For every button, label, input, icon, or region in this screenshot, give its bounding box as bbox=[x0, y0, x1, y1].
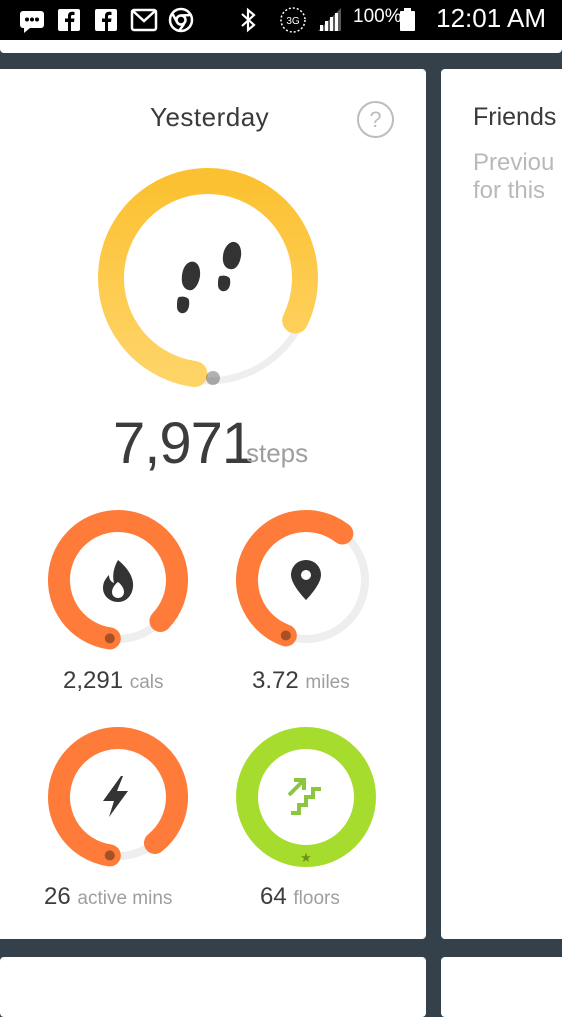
footprint bbox=[222, 241, 242, 270]
active-minutes-unit: active mins bbox=[77, 888, 173, 909]
floors-value: 64 bbox=[260, 883, 287, 910]
active-minutes-ring-start-dot bbox=[104, 850, 115, 861]
steps-ring-progress bbox=[98, 168, 318, 388]
footprints-icon bbox=[177, 241, 242, 314]
flame-icon bbox=[103, 560, 134, 602]
calories-ring-start-dot bbox=[104, 633, 115, 644]
footprint bbox=[218, 275, 231, 292]
steps-ring-start-dot bbox=[206, 371, 220, 385]
lightning-bolt-icon bbox=[103, 776, 128, 817]
footprint bbox=[177, 296, 190, 314]
distance-unit: miles bbox=[305, 672, 350, 693]
distance-stat[interactable]: 3.72 miles bbox=[252, 667, 350, 695]
floors-stat[interactable]: 64 floors bbox=[260, 883, 340, 911]
distance-ring-start-dot bbox=[280, 630, 291, 641]
active-minutes-stat[interactable]: 26 active mins bbox=[44, 883, 172, 911]
footprint bbox=[181, 261, 201, 291]
floors-unit: floors bbox=[293, 888, 340, 909]
friends-description-line: for this bbox=[473, 177, 546, 204]
stairs-icon bbox=[291, 787, 321, 815]
steps-unit: steps bbox=[246, 438, 309, 468]
location-pin-hole bbox=[301, 570, 311, 580]
distance-value: 3.72 bbox=[252, 667, 299, 694]
friends-description-line: Previou bbox=[473, 149, 555, 176]
friends-description: Previou for this bbox=[473, 149, 554, 205]
calories-value: 2,291 bbox=[63, 667, 124, 694]
calories-unit: cals bbox=[129, 672, 164, 693]
active-minutes-value: 26 bbox=[44, 883, 71, 910]
steps-value: 7,971 bbox=[113, 411, 254, 476]
friends-card[interactable]: Friends Previou for this bbox=[441, 69, 562, 939]
stairs-arrow-line bbox=[287, 779, 305, 797]
calories-stat[interactable]: 2,291 cals bbox=[63, 667, 164, 695]
goal-star-icon: ★ bbox=[300, 851, 312, 866]
friends-title: Friends bbox=[473, 103, 557, 131]
